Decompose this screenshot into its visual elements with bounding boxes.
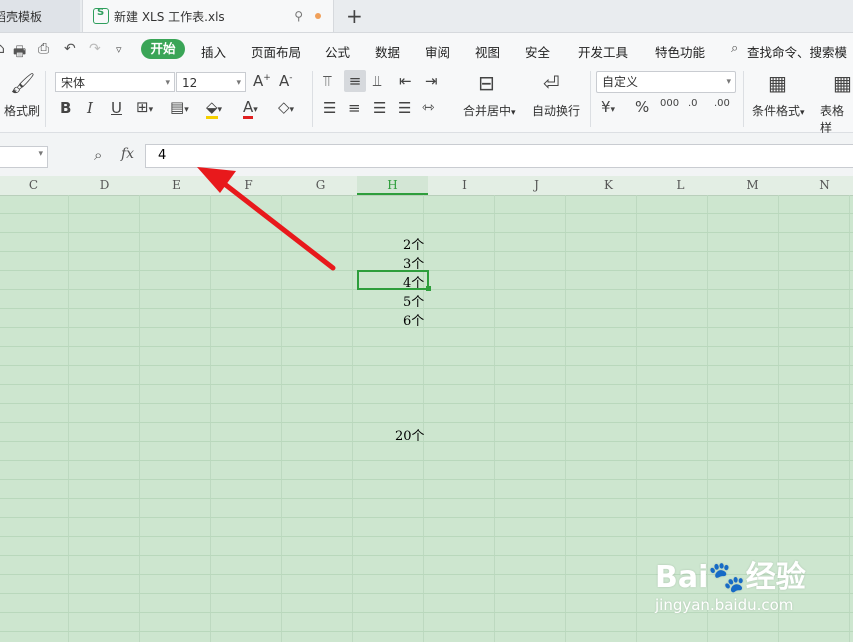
watermark-url: jingyan.baidu.com bbox=[655, 596, 794, 614]
watermark-logo: Bai🐾经验 bbox=[655, 560, 806, 595]
annotation-arrow bbox=[197, 167, 336, 271]
baidu-jingyan-watermark: Bai🐾经验 jingyan.baidu.com bbox=[655, 552, 806, 614]
